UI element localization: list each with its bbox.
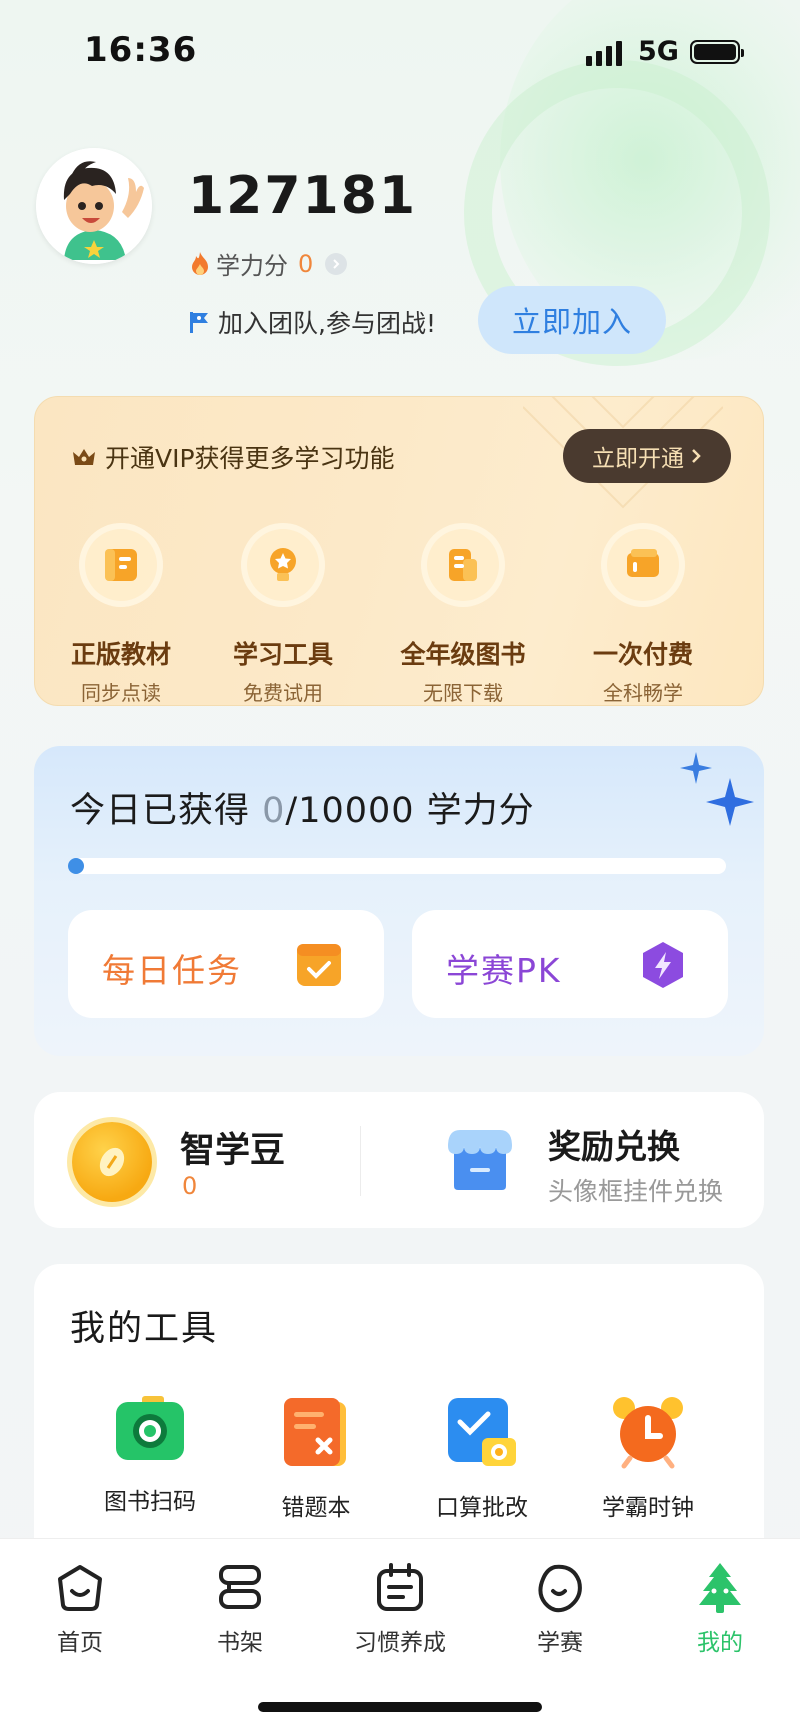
avatar[interactable] [36,148,152,264]
sparkle-icon [680,752,754,826]
tab-label: 首页 [57,1630,103,1656]
vip-feature-name: 全年级图书 [400,640,526,669]
status-bar: 16:36 5G [0,0,800,100]
daily-earned-value: 0 [262,791,286,831]
daily-progress-bar [68,858,726,874]
tool-name: 学霸时钟 [602,1495,694,1521]
lightbulb-icon [241,523,325,607]
beans-title[interactable]: 智学豆 [180,1122,285,1173]
alarm-clock-icon [613,1397,683,1469]
daily-score-card: 今日已获得 0/10000 学力分 每日任务 学赛PK [34,746,764,1056]
beans-value: 0 [182,1172,198,1200]
vip-feature-name: 正版教材 [70,640,171,669]
tool-book-scan[interactable]: 图书扫码 [70,1394,230,1516]
vip-feature-tools[interactable]: 学习工具 免费试用 [203,523,363,705]
bean-coin-icon[interactable] [72,1122,152,1202]
team-invite-row: 加入团队,参与团战! [188,304,436,340]
tab-label: 我的 [697,1630,743,1656]
signal-icon [586,40,622,66]
vip-feature-textbook[interactable]: 正版教材 同步点读 [41,523,201,705]
divider [360,1126,361,1196]
vip-feature-name: 学习工具 [232,640,333,669]
card-icon [601,523,685,607]
status-time: 16:36 [84,30,198,70]
vip-feature-sub: 同步点读 [81,681,161,705]
vip-feature-sub: 全科畅学 [603,681,683,705]
contest-pk-button[interactable]: 学赛PK [412,910,728,1018]
reward-exchange-title[interactable]: 奖励兑换 [548,1120,680,1168]
tab-label: 书架 [217,1630,263,1656]
vip-card[interactable]: 开通VIP获得更多学习功能 立即开通 正版教材 同步点读 学习工具 免费试用 全… [34,396,764,706]
tool-name: 图书扫码 [104,1489,196,1515]
tab-contest[interactable]: 学赛 [500,1561,620,1657]
contest-icon [538,1564,582,1613]
join-team-button[interactable]: 立即加入 [478,286,666,354]
vip-feature-books[interactable]: 全年级图书 无限下载 [383,523,543,705]
tab-habit[interactable]: 习惯养成 [340,1561,460,1657]
crown-icon [73,449,95,465]
reward-exchange-sub: 头像框挂件兑换 [548,1177,724,1206]
vip-feature-payment[interactable]: 一次付费 全科畅学 [563,523,723,705]
tree-icon [699,1563,741,1613]
vip-title: 开通VIP获得更多学习功能 [105,444,395,473]
tab-bookshelf[interactable]: 书架 [180,1561,300,1657]
home-indicator[interactable] [258,1702,542,1712]
mistake-notebook-icon [284,1398,346,1466]
shop-icon[interactable] [444,1124,516,1194]
vip-feature-name: 一次付费 [592,640,693,669]
flag-icon [190,312,208,333]
score-value: 0 [298,249,314,278]
textbook-icon [79,523,163,607]
bookshelf-icon [219,1565,261,1609]
beans-card: 智学豆 0 奖励兑换 头像框挂件兑换 [34,1092,764,1228]
daily-title-prefix: 今日已获得 [70,791,263,831]
username: 127181 [188,166,418,226]
contest-pk-label: 学赛PK [446,951,562,990]
network-type: 5G [638,36,679,67]
calendar-check-icon [297,944,341,986]
vip-open-button[interactable]: 立即开通 [563,429,731,483]
team-text: 加入团队,参与团战! [218,309,436,338]
score-label: 学力分 [216,252,288,280]
tool-mental-math-check[interactable]: 口算批改 [402,1394,562,1522]
battery-icon [690,40,744,64]
daily-score-title: 今日已获得 0/10000 学力分 [70,782,535,833]
chevron-right-icon [692,449,701,463]
tool-name: 错题本 [281,1495,351,1521]
tab-home[interactable]: 首页 [20,1561,140,1657]
tools-title: 我的工具 [70,1309,219,1349]
tool-study-clock[interactable]: 学霸时钟 [568,1394,728,1522]
tab-label: 学赛 [537,1630,583,1656]
flame-icon [192,251,208,275]
my-tools-card: 我的工具 图书扫码 错题本 口算批改 学霸时钟 [34,1264,764,1564]
home-icon [58,1565,102,1611]
vip-feature-sub: 无限下载 [423,681,503,705]
tab-label: 习惯养成 [354,1630,446,1656]
daily-task-label: 每日任务 [102,951,242,990]
progress-indicator [68,858,84,874]
tool-name: 口算批改 [436,1495,528,1521]
vip-open-label: 立即开通 [592,446,684,472]
book-icon [421,523,505,607]
lightning-hexagon-icon [643,942,683,988]
camera-scan-icon [116,1396,184,1460]
vip-feature-sub: 免费试用 [243,681,323,705]
photo-check-icon [448,1398,516,1466]
daily-task-button[interactable]: 每日任务 [68,910,384,1018]
habit-icon [377,1563,423,1611]
vip-title-row: 开通VIP获得更多学习功能 [71,439,395,475]
tool-mistake-book[interactable]: 错题本 [236,1394,396,1522]
score-row[interactable]: 学力分 0 [190,246,348,281]
profile-page: 16:36 5G 127181 学力分 0 加入团队,参与团战! 立即加入 开通… [0,0,800,1731]
tab-mine[interactable]: 我的 [660,1561,780,1657]
daily-title-suffix: /10000 学力分 [285,791,535,831]
chevron-right-icon [325,252,348,275]
